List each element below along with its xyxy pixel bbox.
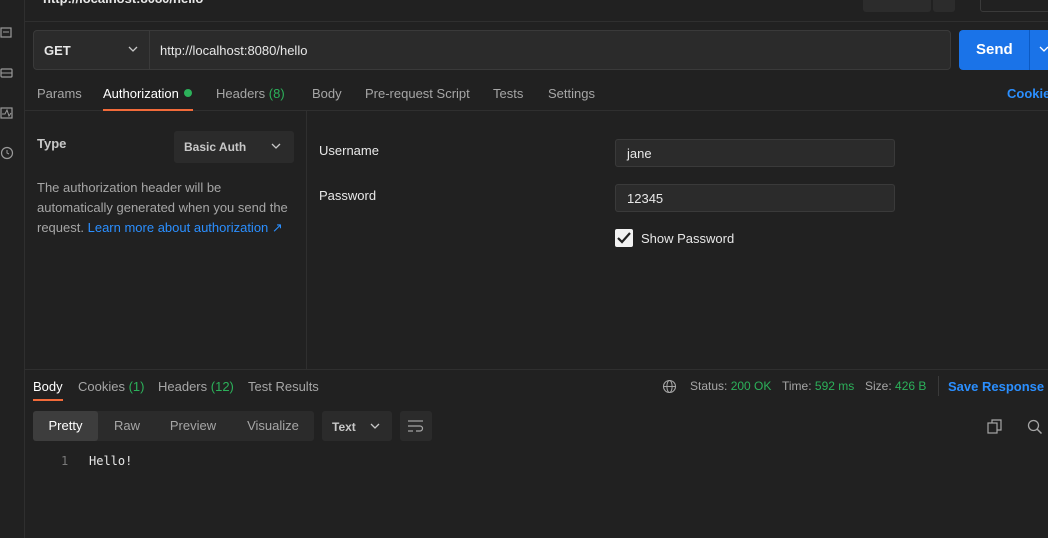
auth-description: The authorization header will be automat… bbox=[37, 180, 288, 235]
time-info: Time: 592 ms bbox=[782, 379, 855, 393]
auth-type-panel: Type Basic Auth The authorization header… bbox=[25, 111, 307, 369]
save-response-button[interactable]: Save Response bbox=[948, 379, 1044, 394]
response-tab-test-results[interactable]: Test Results bbox=[248, 379, 319, 394]
chevron-down-icon bbox=[128, 46, 138, 52]
chevron-down-icon bbox=[370, 423, 380, 429]
tab-body[interactable]: Body bbox=[312, 86, 342, 101]
response-panel: Body Cookies (1) Headers (12) Test Resul… bbox=[25, 369, 1048, 538]
send-button[interactable]: Send bbox=[959, 30, 1048, 70]
format-value: Text bbox=[332, 420, 356, 434]
monitor-icon[interactable] bbox=[0, 106, 14, 120]
line-number: 1 bbox=[61, 454, 69, 468]
response-tab-headers[interactable]: Headers (12) bbox=[158, 379, 234, 394]
password-field[interactable]: 12345 bbox=[615, 184, 895, 212]
left-sidebar bbox=[0, 0, 25, 538]
request-header-strip: http://localhost:8080/hello bbox=[25, 0, 1048, 22]
show-password-checkbox[interactable] bbox=[615, 229, 633, 247]
status-info: Status: 200 OK bbox=[690, 379, 772, 393]
method-label: GET bbox=[44, 43, 71, 58]
format-select[interactable]: Text bbox=[322, 411, 392, 441]
size-value: 426 B bbox=[895, 379, 927, 393]
password-label: Password bbox=[319, 188, 377, 203]
tab-authorization[interactable]: Authorization bbox=[103, 86, 192, 101]
chevron-down-icon[interactable] bbox=[1039, 46, 1048, 53]
request-title[interactable]: http://localhost:8080/hello bbox=[43, 0, 203, 6]
active-response-tab-indicator bbox=[33, 399, 63, 401]
check-icon bbox=[617, 232, 631, 244]
search-icon[interactable] bbox=[1027, 419, 1043, 435]
username-label: Username bbox=[319, 143, 379, 158]
view-raw-button[interactable]: Raw bbox=[103, 411, 151, 441]
history-icon[interactable] bbox=[0, 146, 14, 160]
code-line: Hello! bbox=[89, 454, 133, 468]
request-tabs: Params Authorization Headers (8) Body Pr… bbox=[25, 78, 1048, 111]
environments-icon[interactable] bbox=[0, 66, 14, 80]
wrap-lines-icon bbox=[408, 420, 424, 432]
globe-icon[interactable] bbox=[662, 379, 677, 394]
time-value: 592 ms bbox=[814, 379, 855, 393]
type-label: Type bbox=[37, 136, 67, 151]
url-bar: GET http://localhost:8080/hello bbox=[33, 30, 951, 70]
status-value: 200 OK bbox=[730, 379, 772, 393]
username-field[interactable]: jane bbox=[615, 139, 895, 167]
view-pretty-button[interactable]: Pretty bbox=[33, 411, 98, 441]
response-tab-cookies[interactable]: Cookies (1) bbox=[78, 379, 144, 394]
tab-tests[interactable]: Tests bbox=[493, 86, 523, 101]
wrap-lines-button[interactable] bbox=[400, 411, 432, 441]
tab-pre-request-script[interactable]: Pre-request Script bbox=[365, 86, 470, 101]
show-password-label[interactable]: Show Password bbox=[641, 231, 734, 246]
save-button[interactable] bbox=[863, 0, 931, 12]
auth-type-select[interactable]: Basic Auth bbox=[174, 131, 294, 163]
size-info: Size: 426 B bbox=[865, 379, 927, 393]
view-visualize-button[interactable]: Visualize bbox=[236, 411, 310, 441]
view-preview-button[interactable]: Preview bbox=[158, 411, 228, 441]
response-tab-body[interactable]: Body bbox=[33, 379, 63, 394]
cookies-link[interactable]: Cookies bbox=[1007, 86, 1048, 101]
learn-more-link[interactable]: Learn more about authorization ↗ bbox=[88, 220, 283, 235]
auth-status-dot bbox=[183, 89, 192, 97]
tab-params[interactable]: Params bbox=[37, 86, 82, 101]
copy-icon[interactable] bbox=[987, 419, 1003, 435]
collections-icon[interactable] bbox=[0, 26, 14, 40]
url-input[interactable]: http://localhost:8080/hello bbox=[160, 43, 307, 58]
view-mode-group: Pretty Raw Preview Visualize bbox=[33, 411, 314, 441]
method-select[interactable]: GET bbox=[34, 31, 150, 69]
auth-type-value: Basic Auth bbox=[184, 140, 247, 154]
send-label: Send bbox=[976, 41, 1013, 58]
tab-settings[interactable]: Settings bbox=[548, 86, 595, 101]
view-toggle[interactable] bbox=[980, 0, 1048, 12]
chevron-down-icon bbox=[271, 143, 281, 149]
tab-headers[interactable]: Headers (8) bbox=[216, 86, 285, 101]
save-dropdown-button[interactable] bbox=[933, 0, 955, 12]
